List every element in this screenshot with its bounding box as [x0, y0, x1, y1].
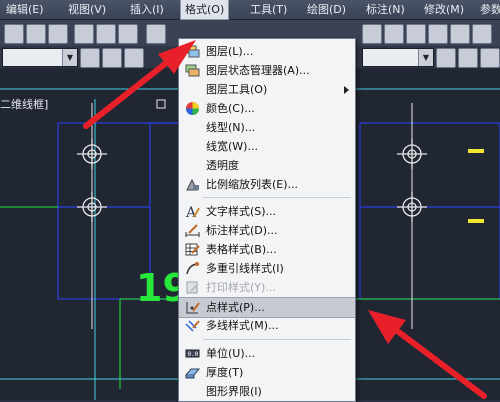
color-wheel-icon — [186, 102, 199, 115]
menu-item-label: 单位(U)... — [206, 347, 256, 360]
layer-isolate-icon[interactable] — [124, 48, 144, 68]
scale-list-icon — [186, 178, 199, 191]
menu-item-drawing-limits[interactable]: 图形界限(I) — [179, 382, 355, 401]
menu-item-label: 多线样式(M)... — [206, 319, 279, 332]
menu-view[interactable]: 视图(V) — [64, 0, 110, 19]
text-style-icon: A — [185, 205, 200, 219]
lineweight-icon[interactable] — [458, 48, 478, 68]
menu-item-thickness[interactable]: 厚度(T) — [179, 363, 355, 382]
calculator-icon[interactable] — [472, 24, 492, 44]
table-style-icon — [185, 243, 200, 256]
menu-item-label: 线宽(W)... — [206, 140, 258, 153]
menu-item-label: 透明度 — [206, 159, 239, 172]
menu-item-scale-list[interactable]: 比例缩放列表(E)... — [179, 175, 355, 194]
menu-parametric[interactable]: 参数 — [476, 0, 500, 19]
markup-icon[interactable] — [450, 24, 470, 44]
properties-icon[interactable] — [362, 24, 382, 44]
print-icon[interactable] — [48, 24, 68, 44]
cut-icon[interactable] — [74, 24, 94, 44]
chevron-down-icon[interactable]: ▼ — [62, 49, 77, 66]
menu-item-label: 点样式(P)... — [206, 301, 265, 314]
menu-item-label: 标注样式(D)... — [206, 224, 278, 237]
menu-format[interactable]: 格式(O) — [180, 0, 230, 20]
dimension-style-icon — [185, 224, 200, 237]
menu-item-dimension-style[interactable]: 标注样式(D)... — [179, 221, 355, 240]
menu-separator — [203, 339, 351, 340]
layer-previous-icon[interactable] — [102, 48, 122, 68]
paste-icon[interactable] — [118, 24, 138, 44]
linetype-icon[interactable] — [436, 48, 456, 68]
menu-item-label: 图层(L)... — [206, 45, 254, 58]
sheet-set-icon[interactable] — [428, 24, 448, 44]
layer-combo[interactable]: ▼ — [2, 48, 78, 67]
menu-item-lineweight[interactable]: 线宽(W)... — [179, 137, 355, 156]
svg-text:A: A — [185, 205, 197, 219]
menu-item-label: 图层状态管理器(A)... — [206, 64, 310, 77]
menu-insert[interactable]: 插入(I) — [126, 0, 168, 19]
menu-item-layer-tools[interactable]: 图层工具(O) — [179, 80, 355, 99]
menu-item-label: 表格样式(B)... — [206, 243, 277, 256]
menu-item-color[interactable]: 颜色(C)... — [179, 99, 355, 118]
weld-marker — [468, 219, 484, 223]
menu-item-table-style[interactable]: 表格样式(B)... — [179, 240, 355, 259]
menu-dimension[interactable]: 标注(N) — [362, 0, 409, 19]
menu-item-label: 厚度(T) — [206, 366, 244, 379]
weld-marker — [468, 149, 484, 153]
submenu-arrow-icon — [344, 86, 349, 94]
units-icon: 0.0 — [185, 349, 200, 358]
plot-style-toolbar-icon[interactable] — [480, 48, 500, 68]
menu-item-linetype[interactable]: 线型(N)... — [179, 118, 355, 137]
tool-palettes-icon[interactable] — [406, 24, 426, 44]
menu-item-label: 图层工具(O) — [206, 83, 268, 96]
menu-item-label: 打印样式(Y)... — [206, 281, 276, 294]
viewport-visual-style-label[interactable]: 二维线框] — [0, 96, 48, 112]
multiline-style-icon — [185, 320, 200, 332]
copy-icon[interactable] — [96, 24, 116, 44]
menu-item-label: 图形界限(I) — [206, 385, 262, 398]
layers-icon — [185, 45, 200, 58]
multileader-style-icon — [186, 262, 199, 275]
menu-tools[interactable]: 工具(T) — [246, 0, 291, 19]
match-properties-icon[interactable] — [146, 24, 166, 44]
chevron-down-icon[interactable]: ▼ — [418, 49, 433, 66]
menu-item-units[interactable]: 0.0 单位(U)... — [179, 344, 355, 363]
menu-modify[interactable]: 修改(M) — [420, 0, 468, 19]
grip-marker — [156, 99, 166, 109]
layer-state-icon — [185, 64, 200, 77]
thickness-icon — [185, 368, 200, 379]
point-style-icon — [186, 302, 200, 314]
menu-item-layer[interactable]: 图层(L)... — [179, 42, 355, 61]
menu-bar: 编辑(E) 视图(V) 插入(I) 格式(O) 工具(T) 绘图(D) 标注(N… — [0, 0, 500, 20]
menu-item-transparency[interactable]: 透明度 — [179, 156, 355, 175]
menu-edit[interactable]: 编辑(E) — [2, 0, 48, 19]
menu-item-point-style[interactable]: 点样式(P)... — [179, 297, 355, 318]
menu-item-text-style[interactable]: A 文字样式(S)... — [179, 202, 355, 221]
menu-item-multiline-style[interactable]: 多线样式(M)... — [179, 316, 355, 335]
menu-item-multileader-style[interactable]: 多重引线样式(I) — [179, 259, 355, 278]
menu-item-label: 颜色(C)... — [206, 102, 255, 115]
menu-separator — [203, 197, 351, 198]
svg-text:0.0: 0.0 — [188, 351, 199, 358]
layer-settings-icon[interactable] — [80, 48, 100, 68]
menu-item-label: 多重引线样式(I) — [206, 262, 284, 275]
menu-draw[interactable]: 绘图(D) — [303, 0, 350, 19]
menu-item-layer-state-manager[interactable]: 图层状态管理器(A)... — [179, 61, 355, 80]
menu-item-plot-style: 打印样式(Y)... — [179, 278, 355, 297]
format-menu: 图层(L)... 图层状态管理器(A)... 图层工具(O) 颜色(C)... … — [178, 38, 356, 402]
menu-item-label: 线型(N)... — [206, 121, 256, 134]
menu-item-label: 文字样式(S)... — [206, 205, 277, 218]
plot-style-icon — [186, 281, 199, 294]
save-icon[interactable] — [26, 24, 46, 44]
menu-item-label: 比例缩放列表(E)... — [206, 178, 299, 191]
color-combo[interactable]: ▼ — [362, 48, 434, 67]
design-center-icon[interactable] — [384, 24, 404, 44]
open-icon[interactable] — [4, 24, 24, 44]
